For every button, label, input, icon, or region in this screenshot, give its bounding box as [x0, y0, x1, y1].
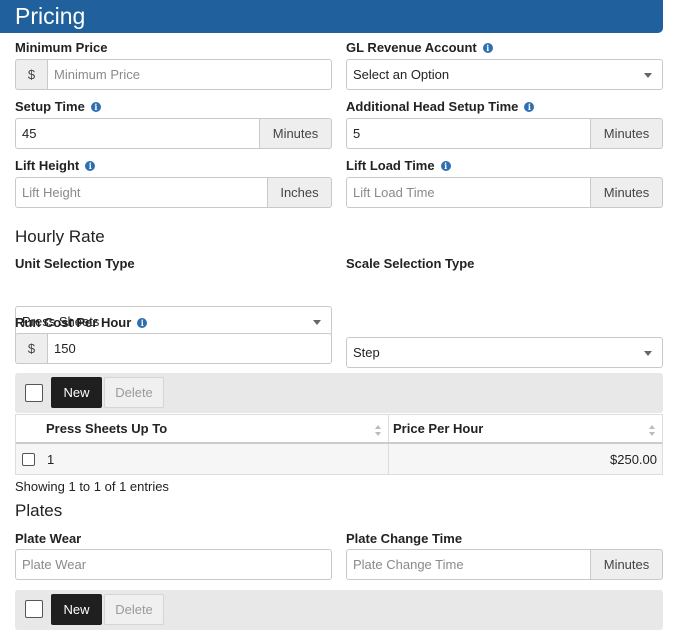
- table-header-row: Press Sheets Up To Price Per Hour: [16, 414, 662, 444]
- currency-addon: $: [15, 59, 47, 90]
- sort-icon: [375, 425, 382, 436]
- gl-revenue-account-select[interactable]: Select an Option: [346, 59, 663, 90]
- lift-load-time-label: Lift Load Time i: [346, 158, 451, 173]
- info-icon[interactable]: i: [90, 102, 101, 112]
- checkbox-column-header: [16, 415, 46, 442]
- section-header: Pricing: [0, 0, 663, 33]
- setup-time-input[interactable]: 45: [15, 118, 260, 149]
- setup-time-field: 45 Minutes: [15, 118, 332, 149]
- lift-load-time-input[interactable]: Lift Load Time: [346, 177, 591, 208]
- minutes-addon: Minutes: [260, 118, 332, 149]
- unit-selection-type-label: Unit Selection Type: [15, 256, 135, 271]
- run-cost-per-hour-field: $ 150: [15, 333, 332, 364]
- plates-toolbar: New Delete: [15, 590, 663, 630]
- new-button[interactable]: New: [51, 377, 102, 408]
- hourly-rate-table: Press Sheets Up To Price Per Hour 1 $250…: [15, 414, 663, 475]
- plate-change-time-field: Plate Change Time Minutes: [346, 549, 663, 580]
- scale-selection-type-label: Scale Selection Type: [346, 256, 475, 271]
- plate-wear-label: Plate Wear: [15, 531, 82, 546]
- info-icon[interactable]: i: [524, 102, 535, 112]
- lift-height-label: Lift Height i: [15, 158, 96, 173]
- column-header-price-per-hour[interactable]: Price Per Hour: [389, 415, 662, 442]
- section-title: Pricing: [15, 3, 86, 29]
- info-icon[interactable]: i: [482, 43, 493, 53]
- select-all-checkbox[interactable]: [25, 600, 43, 618]
- press-sheets-cell: 1: [40, 444, 389, 474]
- delete-button[interactable]: Delete: [104, 377, 164, 408]
- hourly-rate-toolbar: New Delete: [15, 373, 663, 413]
- chevron-down-icon: [313, 320, 321, 325]
- inches-addon: Inches: [268, 177, 332, 208]
- plate-wear-input[interactable]: Plate Wear: [15, 549, 332, 580]
- minimum-price-field: $ Minimum Price: [15, 59, 332, 90]
- price-per-hour-cell: $250.00: [610, 451, 657, 467]
- plates-title: Plates: [15, 501, 63, 520]
- minutes-addon: Minutes: [591, 118, 663, 149]
- plate-change-time-label: Plate Change Time: [346, 531, 463, 546]
- info-icon[interactable]: i: [440, 161, 451, 171]
- lift-load-time-field: Lift Load Time Minutes: [346, 177, 663, 208]
- minimum-price-input[interactable]: Minimum Price: [47, 59, 332, 90]
- hourly-rate-title: Hourly Rate: [15, 227, 105, 246]
- row-checkbox-cell: [16, 444, 40, 474]
- run-cost-per-hour-label: Run Cost Per Hour i: [15, 315, 148, 330]
- run-cost-per-hour-input[interactable]: 150: [47, 333, 332, 364]
- scale-selection-type-select[interactable]: Step: [346, 337, 663, 368]
- currency-addon: $: [15, 333, 47, 364]
- lift-height-field: Lift Height Inches: [15, 177, 332, 208]
- sort-icon: [649, 425, 656, 436]
- lift-height-input[interactable]: Lift Height: [15, 177, 268, 208]
- plate-wear-field: Plate Wear: [15, 549, 332, 580]
- additional-head-setup-time-label: Additional Head Setup Time i: [346, 99, 535, 114]
- setup-time-label: Setup Time i: [15, 99, 101, 114]
- chevron-down-icon: [644, 351, 652, 356]
- delete-button[interactable]: Delete: [104, 594, 164, 625]
- info-icon[interactable]: i: [137, 318, 148, 328]
- row-checkbox[interactable]: [22, 452, 35, 466]
- plate-change-time-input[interactable]: Plate Change Time: [346, 549, 591, 580]
- info-icon[interactable]: i: [85, 161, 96, 171]
- minimum-price-label: Minimum Price: [15, 40, 108, 55]
- additional-head-setup-time-field: 5 Minutes: [346, 118, 663, 149]
- new-button[interactable]: New: [51, 594, 102, 625]
- minutes-addon: Minutes: [591, 549, 663, 580]
- minutes-addon: Minutes: [591, 177, 663, 208]
- chevron-down-icon: [644, 73, 652, 78]
- select-all-checkbox[interactable]: [25, 384, 43, 402]
- table-entries-info: Showing 1 to 1 of 1 entries: [15, 479, 169, 494]
- column-header-press-sheets[interactable]: Press Sheets Up To: [46, 415, 389, 442]
- additional-head-setup-time-input[interactable]: 5: [346, 118, 591, 149]
- table-row[interactable]: 1 $250.00: [16, 444, 662, 474]
- gl-revenue-account-label: GL Revenue Account i: [346, 40, 493, 55]
